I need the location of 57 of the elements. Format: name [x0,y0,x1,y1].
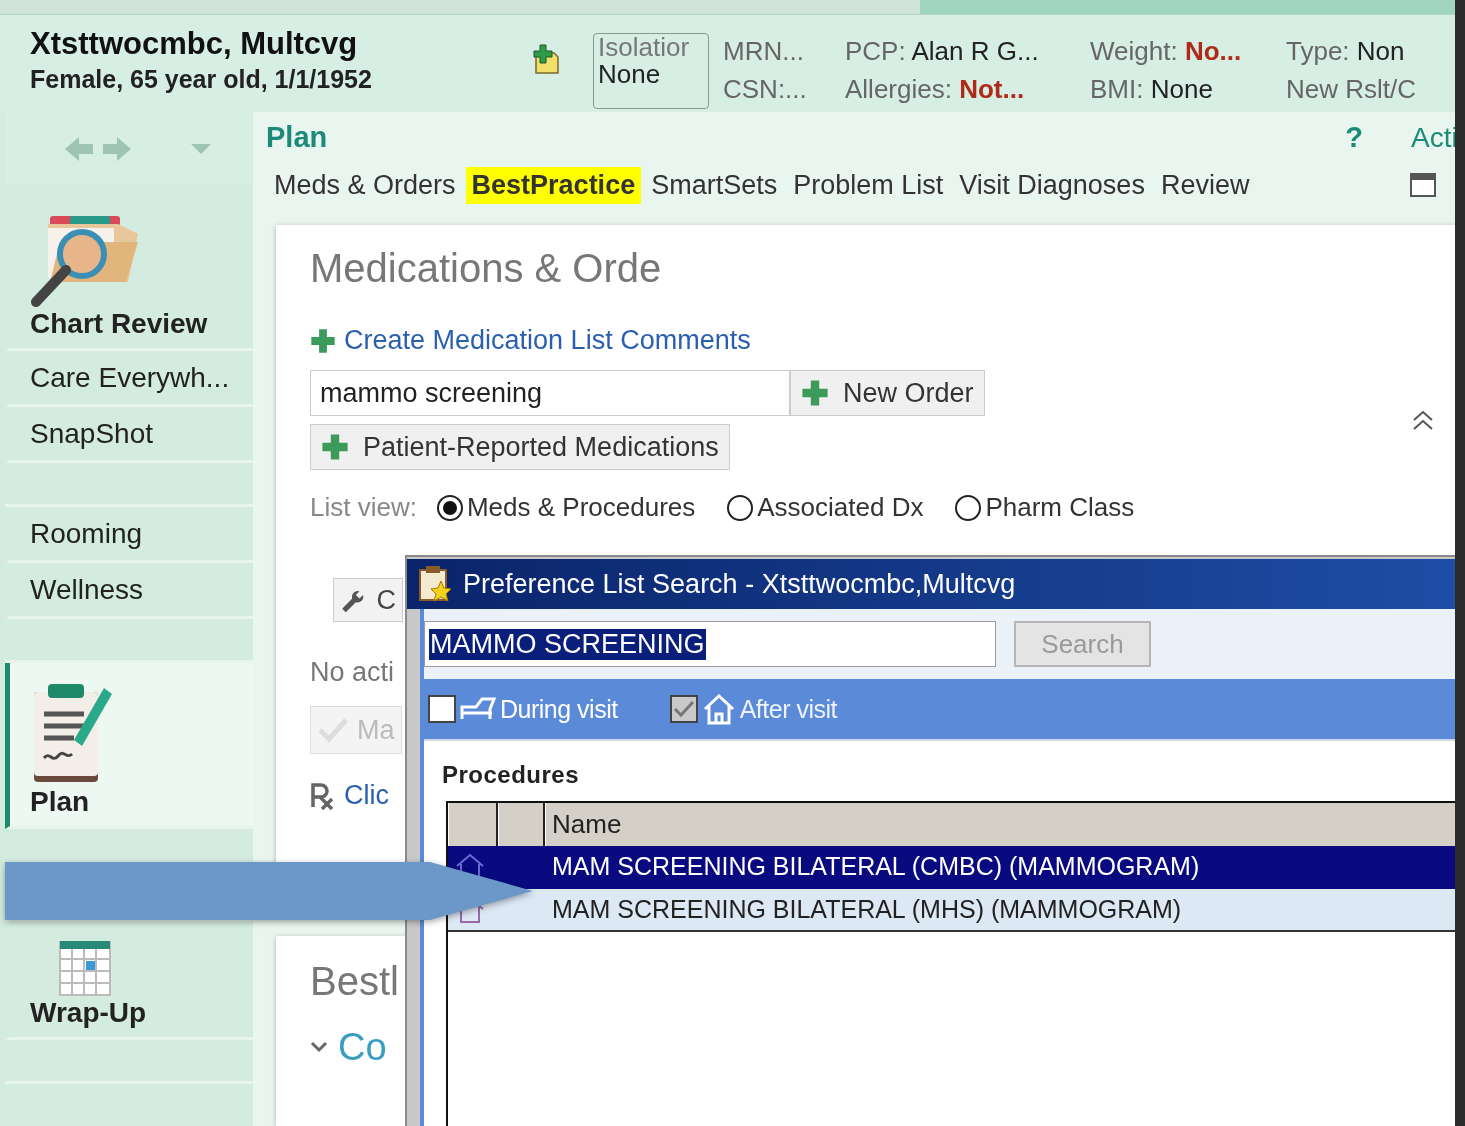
card-title: Medications & Orde [310,245,663,292]
plus-icon [321,433,349,462]
header-field: Allergies: Not... [845,75,1090,104]
radio-option[interactable]: Meds & Procedures [434,492,696,524]
header-field: BMI: None [1090,75,1286,104]
rx-link[interactable]: Clic [344,780,389,812]
radio-option[interactable]: Pharm Class [953,492,1135,524]
table-row[interactable]: MAM SCREENING BILATERAL (CMBC) (MAMMOGRAM) [448,846,1455,889]
header-field: New Rslt/C [1286,75,1426,104]
header-field: Type: Non [1286,37,1426,66]
header-field: PCP: Alan R G... [845,37,1090,66]
comments-link[interactable]: Create Medication List Comments [344,325,751,357]
isolation-value: None [598,61,662,88]
column-header [498,803,545,846]
patient-details: Female, 65 year old, 1/1/1952 [30,64,373,95]
activity-title: Plan [266,121,328,155]
tab[interactable]: Problem List [787,166,950,204]
collapse-icon[interactable] [1411,408,1435,433]
chevron-icon[interactable] [310,1041,328,1054]
tab[interactable]: Visit Diagnoses [953,166,1151,204]
plus-icon [801,379,829,408]
tab[interactable]: SmartSets [645,166,784,204]
tool-button[interactable]: C [333,578,403,623]
radio-icon[interactable] [953,492,984,523]
header-field: MRN... [723,37,845,66]
radio-icon[interactable] [725,492,756,523]
checkbox[interactable] [428,695,456,723]
window-icon[interactable] [1409,172,1437,199]
patient-name: Xtsttwocmbc, Multcvg [30,25,359,63]
list-view-label: List view: [310,492,417,524]
isolation-label: Isolatior [598,34,691,61]
column-header[interactable]: Name [545,803,1455,846]
tab[interactable]: Review [1154,166,1256,204]
table-row[interactable]: MAM SCREENING BILATERAL (MHS) (MAMMOGRAM) [448,889,1455,932]
sidebar-item[interactable]: Plan [5,663,253,829]
header-field: CSN:... [723,75,845,104]
plus-note-icon[interactable] [530,43,560,75]
house-icon [701,693,736,725]
order-search-field[interactable]: mammo screening [310,370,790,417]
no-active-text: No acti [310,657,396,689]
procedure-search-field[interactable]: MAMMO SCREENING [424,621,996,667]
header-field: Weight: No... [1090,37,1286,66]
card-title: Bestl [310,957,400,1004]
clipboard-star-icon [417,565,453,603]
plus-icon [310,327,336,354]
tab[interactable]: BestPractice [465,166,642,204]
section-title: Procedures [442,761,581,789]
help-button[interactable]: ? [1345,121,1363,155]
actions-menu[interactable]: Acti [1411,121,1455,154]
dialog-title: Preference List Search - Xtsttwocmbc,Multcvg [463,568,1016,600]
rx-icon [310,780,336,811]
radio-option[interactable]: Associated Dx [725,492,924,524]
tab[interactable]: Meds & Orders [268,166,462,204]
new-order-button[interactable]: New Order [790,370,985,417]
column-header [448,803,498,846]
patient-reported-button[interactable]: Patient-Reported Medications [310,424,730,471]
radio-icon[interactable] [434,492,465,523]
